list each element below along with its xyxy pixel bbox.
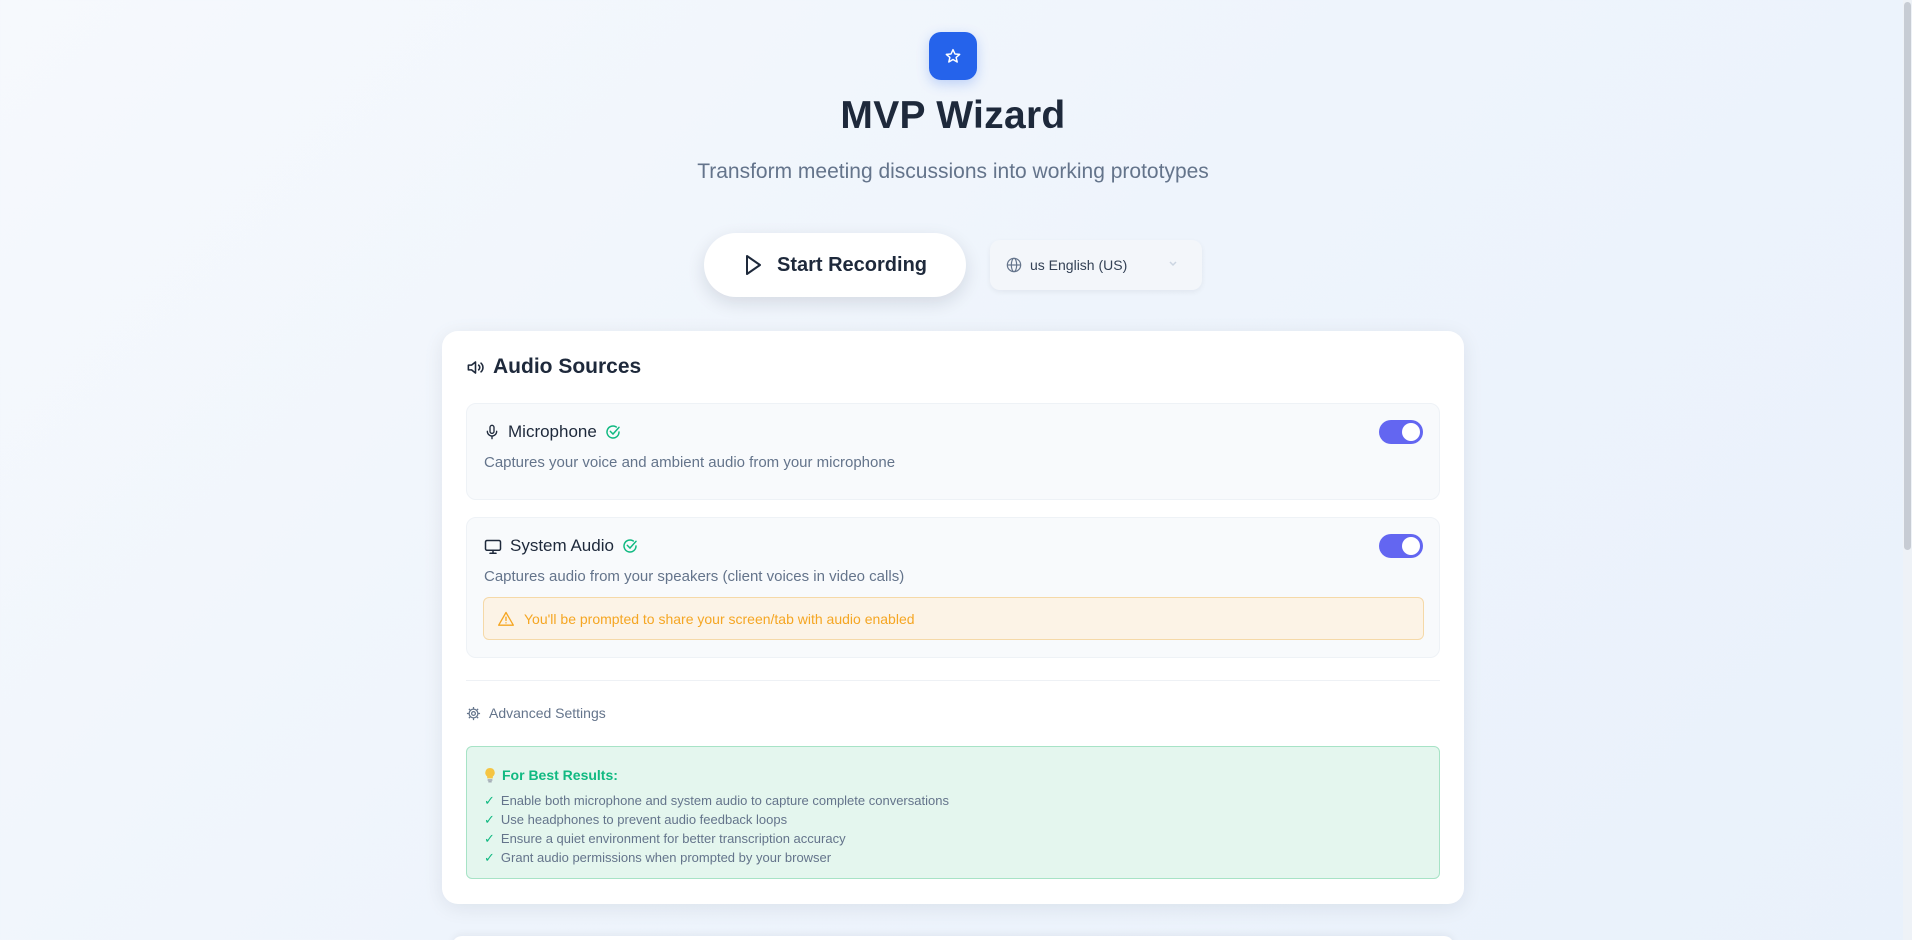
toggle-knob xyxy=(1402,423,1420,441)
app-logo xyxy=(929,32,977,80)
tips-list: ✓ Enable both microphone and system audio… xyxy=(484,791,949,867)
start-recording-label: Start Recording xyxy=(776,253,928,276)
system-audio-header: System Audio xyxy=(484,536,638,556)
tip-text: Ensure a quiet environment for better tr… xyxy=(500,831,846,846)
page-subtitle: Transform meeting discussions into worki… xyxy=(697,160,1209,183)
advanced-settings-toggle[interactable]: Advanced Settings xyxy=(466,705,606,721)
tip-text: Grant audio permissions when prompted by… xyxy=(500,850,832,865)
section-divider xyxy=(466,680,1440,681)
checkmark-icon: ✓ xyxy=(484,792,495,808)
language-select[interactable]: us English (US) xyxy=(990,240,1202,290)
audio-sources-title: Audio Sources xyxy=(493,355,642,378)
speaker-icon xyxy=(467,360,484,374)
tip-text: Enable both microphone and system audio … xyxy=(500,793,949,808)
globe-icon xyxy=(1006,257,1022,273)
audio-sources-card: Audio Sources Microphone Captures your v… xyxy=(442,331,1464,904)
monitor-icon xyxy=(484,539,502,554)
warning-icon xyxy=(498,611,514,626)
microphone-header: Microphone xyxy=(484,422,621,442)
microphone-icon xyxy=(486,424,498,440)
checkmark-icon: ✓ xyxy=(484,849,495,865)
check-circle-icon xyxy=(606,425,620,439)
advanced-settings-label: Advanced Settings xyxy=(489,705,606,721)
play-icon xyxy=(745,255,761,275)
checkmark-icon: ✓ xyxy=(484,830,495,846)
check-circle-icon xyxy=(623,539,637,553)
system-audio-source: System Audio Captures audio from your sp… xyxy=(466,517,1440,658)
list-item: ✓ Grant audio permissions when prompted b… xyxy=(484,848,949,867)
warning-text: You'll be prompted to share your screen/… xyxy=(524,610,915,627)
list-item: ✓ Use headphones to prevent audio feedbac… xyxy=(484,810,949,829)
microphone-description: Captures your voice and ambient audio fr… xyxy=(484,454,896,471)
system-audio-description: Captures audio from your speakers (clien… xyxy=(484,568,905,585)
next-section-card xyxy=(452,936,1454,940)
page-scrollbar[interactable] xyxy=(1903,0,1912,940)
star-icon xyxy=(945,48,961,63)
scrollbar-thumb[interactable] xyxy=(1904,2,1911,550)
microphone-toggle[interactable] xyxy=(1379,420,1423,444)
tip-text: Use headphones to prevent audio feedback… xyxy=(500,812,788,827)
page-title: MVP Wizard xyxy=(840,94,1066,137)
tips-heading: For Best Results: xyxy=(484,767,618,783)
list-item: ✓ Ensure a quiet environment for better t… xyxy=(484,829,949,848)
microphone-label: Microphone xyxy=(508,422,597,441)
system-audio-toggle[interactable] xyxy=(1379,534,1423,558)
chevron-down-icon xyxy=(1169,261,1177,267)
best-results-tips: For Best Results: ✓ Enable both microphon… xyxy=(466,746,1440,879)
toggle-knob xyxy=(1402,537,1420,555)
system-audio-label: System Audio xyxy=(510,536,614,555)
lightbulb-icon xyxy=(485,767,495,782)
language-value: us English (US) xyxy=(1030,257,1128,273)
screen-share-warning: You'll be prompted to share your screen/… xyxy=(483,597,1424,640)
audio-sources-heading: Audio Sources xyxy=(466,355,641,379)
microphone-source: Microphone Captures your voice and ambie… xyxy=(466,403,1440,500)
tips-title: For Best Results: xyxy=(502,767,618,783)
list-item: ✓ Enable both microphone and system audio… xyxy=(484,791,949,810)
start-recording-button[interactable]: Start Recording xyxy=(704,233,966,297)
gear-icon xyxy=(466,706,481,720)
checkmark-icon: ✓ xyxy=(484,811,495,827)
